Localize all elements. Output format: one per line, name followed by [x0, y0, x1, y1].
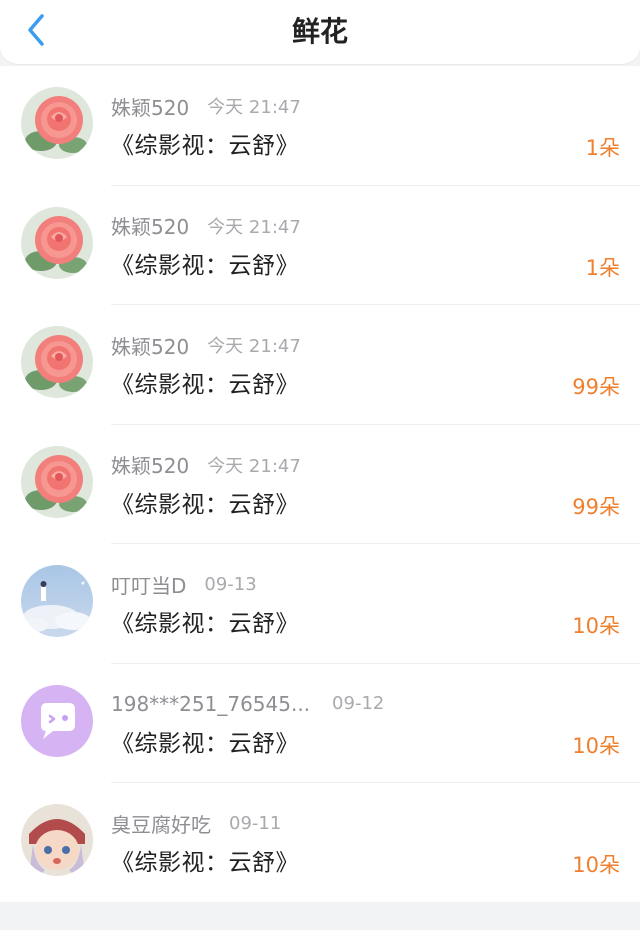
flower-count: 10朵 — [572, 733, 620, 758]
book-title: 《综影视：云舒》 — [111, 252, 299, 279]
rose-avatar[interactable] — [21, 326, 93, 398]
book-title: 《综影视：云舒》 — [111, 372, 299, 398]
user-name: 姝颖520 — [111, 454, 190, 478]
timestamp: 09-11 — [229, 812, 282, 834]
user-name: 臭豆腐好吃 — [111, 812, 211, 837]
book-title: 《综影视：云舒》 — [111, 730, 299, 757]
list-item[interactable]: 姝颖520 今天 21:47 《综影视：云舒》 1朵 — [0, 186, 640, 305]
timestamp: 今天 21:47 — [207, 455, 301, 477]
list-item[interactable]: 姝颖520 今天 21:47 《综影视：云舒》 99朵 — [0, 425, 640, 544]
book-title: 《综影视：云舒》 — [111, 850, 299, 876]
timestamp: 今天 21:47 — [207, 216, 301, 238]
rose-avatar[interactable] — [21, 87, 93, 159]
list-item[interactable]: 臭豆腐好吃 09-11 《综影视：云舒》 10朵 — [0, 783, 640, 903]
top-bar: 鲜花 — [0, 0, 640, 64]
rose-avatar[interactable] — [21, 445, 93, 518]
flower-count: 1朵 — [585, 136, 620, 160]
flower-count: 99朵 — [572, 375, 620, 399]
list-item[interactable]: 姝颖520 今天 21:47 《综影视：云舒》 1朵 — [0, 66, 640, 186]
list-item[interactable]: 198***251_76545... 09-12 《综影视：云舒》 10朵 — [0, 664, 640, 783]
timestamp: 今天 21:47 — [207, 97, 301, 118]
chat-bubble-avatar[interactable] — [21, 684, 93, 757]
flower-count: 10朵 — [572, 614, 620, 638]
user-name: 叮叮当D — [111, 573, 187, 598]
timestamp: 今天 21:47 — [207, 336, 301, 357]
user-name: 姝颖520 — [111, 334, 190, 359]
flower-count: 1朵 — [585, 255, 620, 280]
page-title: 鲜花 — [291, 15, 348, 48]
sky-girl-avatar[interactable] — [21, 565, 93, 637]
book-title: 《综影视：云舒》 — [111, 133, 299, 159]
flower-count: 99朵 — [572, 494, 620, 519]
timestamp: 09-12 — [332, 693, 385, 714]
list-item[interactable]: 姝颖520 今天 21:47 《综影视：云舒》 99朵 — [0, 305, 640, 425]
user-name: 姝颖520 — [111, 215, 190, 239]
rose-avatar[interactable] — [21, 206, 93, 279]
user-name: 198***251_76545... — [111, 691, 311, 716]
user-name: 姝颖520 — [111, 95, 190, 120]
footer-gap — [0, 902, 640, 930]
timestamp: 09-13 — [204, 573, 257, 595]
flower-list: 姝颖520 今天 21:47 《综影视：云舒》 1朵 姝颖520 今天 21:4… — [0, 66, 640, 902]
cartoon-girl-avatar[interactable] — [21, 804, 93, 876]
book-title: 《综影视：云舒》 — [111, 491, 299, 518]
flower-count: 10朵 — [572, 853, 620, 877]
list-item[interactable]: 叮叮当D 09-13 《综影视：云舒》 10朵 — [0, 544, 640, 664]
book-title: 《综影视：云舒》 — [111, 611, 299, 637]
